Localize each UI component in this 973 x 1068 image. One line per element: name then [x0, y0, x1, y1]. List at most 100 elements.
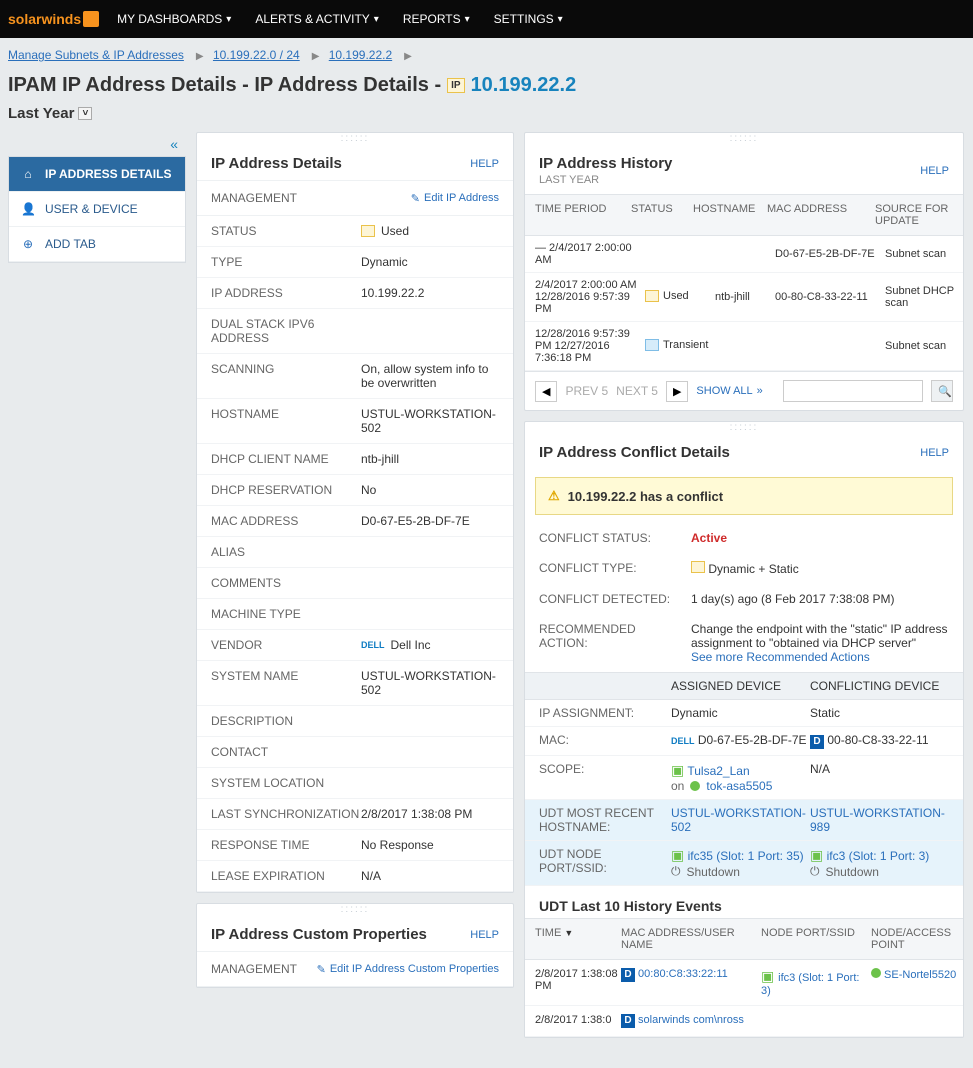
caret-down-icon: ▾ — [374, 14, 379, 25]
help-link[interactable]: HELP — [920, 165, 949, 177]
conflict-detected-value: 1 day(s) ago (8 Feb 2017 7:38:08 PM) — [691, 592, 949, 606]
conflict-alert: ⚠ 10.199.22.2 has a conflict — [535, 477, 953, 515]
conflicting-device-header: CONFLICTING DEVICE — [810, 679, 949, 693]
drag-handle-icon[interactable]: :::::: — [197, 133, 513, 143]
detail-value — [361, 607, 499, 621]
detail-row: DHCP RESERVATIONNo — [197, 475, 513, 506]
edit-ip-link[interactable]: ✎Edit IP Address — [411, 192, 499, 205]
detail-row: HOSTNAMEUSTUL-WORKSTATION-502 — [197, 399, 513, 444]
assigned-hostname-link[interactable]: USTUL-WORKSTATION-502 — [671, 806, 810, 834]
conflicting-mac: D 00-80-C8-33-22-11 — [810, 733, 949, 749]
mac-label: MAC: — [539, 733, 671, 749]
nav-dashboards-label: MY DASHBOARDS — [117, 12, 222, 26]
home-icon: ⌂ — [21, 167, 35, 181]
collapse-sidebar-button[interactable]: « — [8, 132, 186, 156]
nav-settings[interactable]: SETTINGS▾ — [494, 12, 563, 26]
help-link[interactable]: HELP — [920, 447, 949, 459]
history-host: ntb-jhill — [715, 291, 775, 303]
history-row: 12/28/2016 9:57:39 PM 12/27/2016 7:36:18… — [525, 322, 963, 371]
d-logo-icon: D — [621, 968, 635, 982]
recommended-actions-link[interactable]: See more Recommended Actions — [691, 650, 870, 664]
sidebar-item-add-tab[interactable]: ⊕ ADD TAB — [9, 227, 185, 262]
chevron-right-icon: ▶ — [404, 51, 412, 62]
udt-mac-link[interactable]: 00:80:C8:33:22:11 — [635, 968, 728, 980]
device-columns-header: ASSIGNED DEVICE CONFLICTING DEVICE — [525, 672, 963, 700]
detail-row: ALIAS — [197, 537, 513, 568]
help-link[interactable]: HELP — [470, 929, 499, 941]
chevron-right-icon: ▶ — [312, 51, 320, 62]
nav-reports[interactable]: REPORTS▾ — [403, 12, 470, 26]
nav-dashboards[interactable]: MY DASHBOARDS▾ — [117, 12, 231, 26]
help-link[interactable]: HELP — [470, 158, 499, 170]
edit-custom-props-link[interactable]: ✎Edit IP Address Custom Properties — [317, 963, 499, 976]
detail-value: DELLDell Inc — [361, 638, 499, 652]
assigned-mac: DELL D0-67-E5-2B-DF-7E — [671, 733, 810, 749]
detail-row: DHCP CLIENT NAMEntb-jhill — [197, 444, 513, 475]
status-icon — [645, 339, 659, 351]
nav-alerts[interactable]: ALERTS & ACTIVITY▾ — [255, 12, 379, 26]
assigned-device-header: ASSIGNED DEVICE — [671, 679, 810, 693]
warning-icon: ⚠ — [548, 488, 560, 504]
conflict-action-label: RECOMMENDED ACTION: — [539, 622, 679, 664]
drag-handle-icon[interactable]: :::::: — [197, 904, 513, 914]
detail-value: N/A — [361, 869, 499, 883]
udt-mac: D solarwinds com\nross — [621, 1014, 761, 1028]
udt-header-row: TIME ▼ MAC ADDRESS/USER NAME NODE PORT/S… — [525, 918, 963, 960]
time-filter[interactable]: Last Year ˅ — [0, 103, 973, 132]
brand-logo[interactable]: solarwinds — [8, 11, 99, 27]
udt-mac: D 00:80:C8:33:22:11 — [621, 968, 761, 997]
detail-row: CONTACT — [197, 737, 513, 768]
history-src: Subnet DHCP scan — [885, 285, 971, 309]
page-title-ip: 10.199.22.2 — [471, 74, 577, 97]
detail-row: RESPONSE TIMENo Response — [197, 830, 513, 861]
prev-page-button[interactable]: ◀ — [535, 381, 557, 402]
detail-value: No Response — [361, 838, 499, 852]
scope-host-link[interactable]: tok-asa5505 — [706, 779, 772, 793]
user-icon: 👤 — [21, 202, 35, 216]
history-row: — 2/4/2017 2:00:00 AMD0-67-E5-2B-DF-7ESu… — [525, 236, 963, 273]
history-search-input[interactable] — [783, 380, 923, 402]
udt-col-time[interactable]: TIME ▼ — [535, 927, 621, 951]
crumb-manage[interactable]: Manage Subnets & IP Addresses — [8, 48, 184, 62]
detail-row: LEASE EXPIRATIONN/A — [197, 861, 513, 892]
sort-desc-icon: ▼ — [564, 928, 573, 938]
history-row: 2/4/2017 2:00:00 AM 12/28/2016 9:57:39 P… — [525, 273, 963, 322]
detail-key: SCANNING — [211, 362, 361, 390]
sidebar-item-user-device[interactable]: 👤 USER & DEVICE — [9, 192, 185, 227]
port-icon: ▣ — [810, 847, 823, 863]
detail-row: MACHINE TYPE — [197, 599, 513, 630]
conflicting-hostname-link[interactable]: USTUL-WORKSTATION-989 — [810, 806, 949, 834]
crumb-subnet[interactable]: 10.199.22.0 / 24 — [213, 48, 300, 62]
history-time: 12/28/2016 9:57:39 PM 12/27/2016 7:36:18… — [535, 328, 645, 364]
udt-mac-link[interactable]: solarwinds com\nross — [635, 1014, 744, 1026]
sidebar-item-label: USER & DEVICE — [45, 202, 138, 216]
udt-node: SE-Nortel5520 — [871, 968, 959, 997]
scope-link[interactable]: Tulsa2_Lan — [687, 764, 749, 778]
detail-key: CONTACT — [211, 745, 361, 759]
drag-handle-icon[interactable]: :::::: — [525, 422, 963, 432]
edit-custom-label: Edit IP Address Custom Properties — [330, 963, 499, 975]
show-all-link[interactable]: SHOW ALL » — [696, 385, 762, 397]
udt-node-link[interactable]: SE-Nortel5520 — [881, 969, 956, 981]
sidebar-item-ip-details[interactable]: ⌂ IP ADDRESS DETAILS — [9, 157, 185, 192]
history-src: Subnet scan — [885, 340, 971, 352]
detail-key: DHCP RESERVATION — [211, 483, 361, 497]
next-page-button[interactable]: ▶ — [666, 381, 688, 402]
custom-properties-panel: :::::: IP Address Custom Properties HELP… — [196, 903, 514, 988]
plus-circle-icon: ⊕ — [21, 237, 35, 251]
d-logo-icon: D — [621, 1014, 635, 1028]
ip-details-panel: :::::: IP Address Details HELP MANAGEMEN… — [196, 132, 514, 893]
history-search-button[interactable]: 🔍 — [931, 380, 953, 402]
conflicting-port-link[interactable]: ifc3 (Slot: 1 Port: 3) — [827, 849, 930, 863]
detail-value: Used — [361, 224, 499, 238]
history-mac: D0-67-E5-2B-DF-7E — [775, 248, 885, 260]
udt-col-mac: MAC ADDRESS/USER NAME — [621, 927, 761, 951]
assigned-port-link[interactable]: ifc35 (Slot: 1 Port: 35) — [688, 849, 804, 863]
detail-row: COMMENTS — [197, 568, 513, 599]
page-title-prefix: IPAM IP Address Details - IP Address Det… — [8, 74, 441, 97]
nav-settings-label: SETTINGS — [494, 12, 554, 26]
drag-handle-icon[interactable]: :::::: — [525, 133, 963, 143]
crumb-ip[interactable]: 10.199.22.2 — [329, 48, 392, 62]
conflicting-port: ▣ ifc3 (Slot: 1 Port: 3) ⏻ Shutdown — [810, 847, 949, 879]
udt-port — [761, 1014, 871, 1028]
